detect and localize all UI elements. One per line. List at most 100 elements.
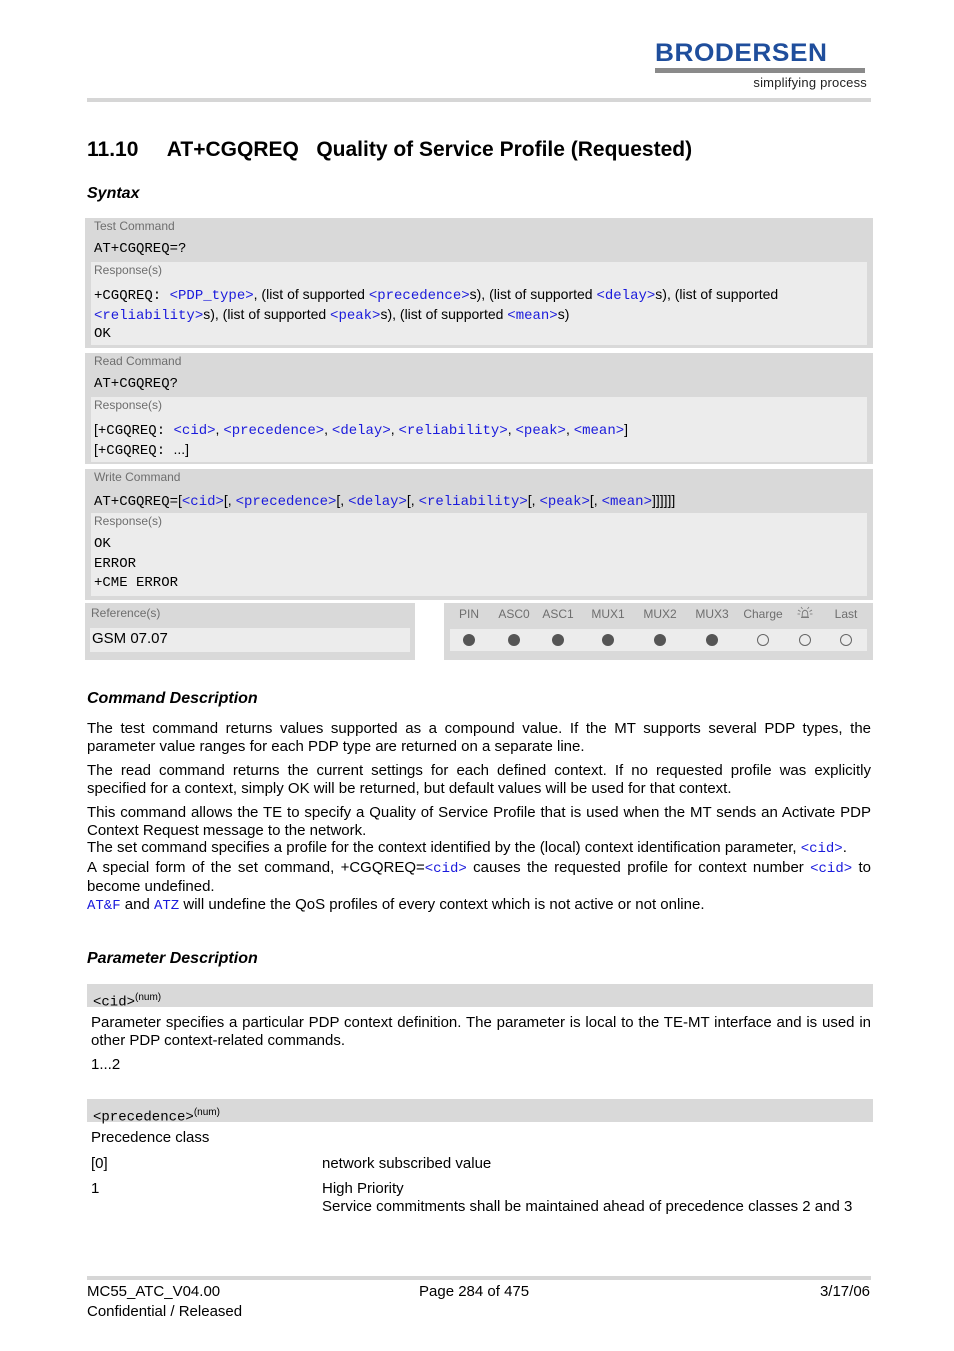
parameter-description-heading: Parameter Description (87, 950, 258, 967)
param-link-cid[interactable]: <cid> (425, 861, 467, 877)
param-link-peak[interactable]: <peak> (516, 423, 566, 439)
param-type: (num) (193, 1107, 220, 1118)
response-label: Response(s) (94, 398, 163, 412)
response-cme-error: +CME ERROR (94, 575, 179, 591)
unsupported-dot-alarm (799, 634, 811, 646)
logo-wordmark: BRODERSEN (655, 39, 828, 67)
param-link-peak[interactable]: <peak> (330, 308, 380, 324)
cid-range: 1...2 (91, 1056, 121, 1073)
supported-dot-pin (463, 634, 475, 646)
interface-header-row: PIN ASC0 ASC1 MUX1 MUX2 MUX3 Charge Last (444, 603, 873, 629)
read-command-block: Read Command AT+CGQREQ? Response(s) [+CG… (85, 353, 873, 464)
unsupported-dot-last (840, 634, 852, 646)
read-command-response: Response(s) [+CGQREQ: <cid>, <precedence… (91, 397, 867, 462)
text: . (842, 839, 847, 856)
col-charge: Charge (743, 607, 783, 621)
param-link-cid[interactable]: <cid> (182, 494, 224, 510)
param-link-delay[interactable]: <delay> (596, 288, 655, 304)
text: ]]]]]] (651, 492, 676, 508)
text: s), (list of supported (380, 306, 508, 322)
text: [, (406, 492, 419, 508)
precedence-value-1: 1 (91, 1180, 100, 1197)
interface-availability-table: PIN ASC0 ASC1 MUX1 MUX2 MUX3 Charge Last (444, 603, 873, 660)
footer-status: Confidential / Released (87, 1303, 243, 1320)
text: The set command specifies a profile for … (87, 839, 801, 856)
page-title: 11.10 AT+CGQREQ Quality of Service Profi… (87, 138, 693, 161)
text: causes the requested profile for context… (466, 858, 811, 876)
param-link-precedence[interactable]: <precedence> (223, 423, 324, 439)
response-line-2: [+CGQREQ: ...] (94, 440, 867, 460)
param-link-cid[interactable]: <cid> (810, 861, 852, 877)
response-ok: OK (94, 536, 111, 552)
text: ] (624, 421, 629, 437)
command-link-atz[interactable]: ATZ (154, 898, 179, 914)
text: s), (list of supported (469, 286, 597, 302)
param-link-cid[interactable]: <cid> (801, 841, 843, 857)
reference-value: GSM 07.07 (90, 628, 410, 652)
col-mux2: MUX2 (643, 607, 677, 621)
param-link-delay[interactable]: <delay> (332, 423, 391, 439)
param-link-reliability[interactable]: <reliability> (419, 494, 528, 510)
param-link-pdp-type[interactable]: <PDP_type> (170, 288, 254, 304)
supported-dot-mux2 (654, 634, 666, 646)
description-paragraph-1: The test command returns values supporte… (87, 720, 871, 755)
text: , (390, 421, 399, 437)
param-link-reliability[interactable]: <reliability> (399, 423, 508, 439)
text: ...] (173, 441, 190, 457)
col-asc1: ASC1 (542, 607, 574, 621)
command-link-at-f[interactable]: AT&F (87, 898, 121, 914)
footer-page-number: Page 284 of 475 (419, 1283, 530, 1300)
param-name: <precedence> (93, 1109, 194, 1126)
text: Service commitments shall be maintained … (322, 1197, 853, 1215)
text: , (324, 421, 332, 437)
param-link-reliability[interactable]: <reliability> (94, 308, 203, 324)
param-link-mean[interactable]: <mean> (507, 308, 557, 324)
text: AT+CGQREQ= (94, 494, 179, 510)
test-command-label: Test Command (94, 219, 175, 233)
read-command-label: Read Command (94, 354, 182, 368)
text: +CGQREQ: (97, 443, 174, 459)
text: This command allows the TE to specify a … (87, 804, 871, 839)
supported-dot-mux1 (602, 634, 614, 646)
param-link-precedence[interactable]: <precedence> (369, 288, 470, 304)
response-text: +CGQREQ: <PDP_type>, (list of supported … (94, 280, 867, 345)
param-link-mean[interactable]: <mean> (602, 494, 652, 510)
param-link-peak[interactable]: <peak> (539, 494, 589, 510)
response-error: ERROR (94, 555, 137, 572)
col-asc0: ASC0 (498, 607, 530, 621)
param-link-mean[interactable]: <mean> (574, 423, 624, 439)
response-ok: OK (94, 326, 111, 342)
test-command-syntax: AT+CGQREQ=? (94, 241, 187, 257)
supported-dot-mux3 (706, 634, 718, 646)
text: will undefine the QoS profiles of every … (179, 895, 705, 913)
test-command-response: Response(s) +CGQREQ: <PDP_type>, (list o… (91, 262, 867, 345)
param-link-cid[interactable]: <cid> (174, 423, 216, 439)
cid-description: Parameter specifies a particular PDP con… (91, 1014, 871, 1049)
write-command-block: Write Command AT+CGQREQ=[<cid>[, <preced… (85, 469, 873, 600)
description-paragraph-3: This command allows the TE to specify a … (87, 804, 871, 915)
text: s), (list of supported (203, 306, 331, 322)
col-mux3: MUX3 (695, 607, 729, 621)
param-name: <cid> (93, 994, 136, 1011)
precedence-value-0: [0] (91, 1155, 108, 1172)
command-description-heading: Command Description (87, 690, 258, 707)
response-list: OK ERROR +CME ERROR (94, 531, 867, 596)
alarm-icon (796, 605, 814, 624)
text: [, (589, 492, 602, 508)
supported-dot-asc0 (508, 634, 520, 646)
param-link-delay[interactable]: <delay> (348, 494, 407, 510)
footer-date: 3/17/06 (819, 1283, 870, 1300)
reference-label: Reference(s) (91, 606, 161, 620)
text: A special form of the set command, +CGQR… (87, 858, 425, 876)
supported-dot-asc1 (552, 634, 564, 646)
text: , (list of supported (253, 286, 369, 302)
param-header-cid: <cid>(num) (87, 984, 873, 1011)
response-prefix: +CGQREQ: (97, 423, 174, 439)
col-last: Last (834, 607, 858, 621)
footer-doc-id: MC55_ATC_V04.00 (87, 1283, 221, 1300)
precedence-meaning-0: network subscribed value (322, 1155, 492, 1172)
syntax-heading: Syntax (87, 185, 140, 202)
param-link-precedence[interactable]: <precedence> (236, 494, 337, 510)
precedence-description: Precedence class (91, 1129, 210, 1146)
write-command-label: Write Command (94, 470, 181, 484)
